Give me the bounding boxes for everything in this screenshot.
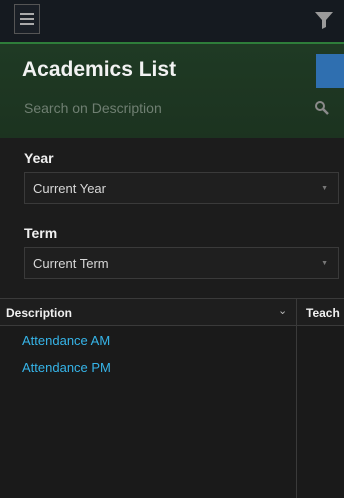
top-app-bar <box>0 0 344 44</box>
column-header-teacher[interactable]: Teach <box>306 306 340 320</box>
chevron-down-icon: ▼ <box>321 260 328 267</box>
term-select[interactable]: Current Term ▼ <box>24 247 339 279</box>
table-row[interactable]: Attendance PM <box>22 360 111 375</box>
table-row[interactable]: Attendance AM <box>22 333 110 348</box>
term-label: Term <box>24 225 58 241</box>
column-header-description[interactable]: Description <box>6 306 72 320</box>
menu-bar-icon <box>20 23 34 25</box>
chevron-down-icon: ▼ <box>321 185 328 192</box>
list-header-panel: Academics List <box>0 44 344 138</box>
add-button[interactable] <box>316 54 344 88</box>
menu-bar-icon <box>20 18 34 20</box>
year-select[interactable]: Current Year ▼ <box>24 172 339 204</box>
year-select-value: Current Year <box>33 181 106 196</box>
search-icon[interactable] <box>314 100 330 116</box>
column-divider <box>296 299 297 498</box>
menu-bar-icon <box>20 13 34 15</box>
search-input[interactable] <box>22 96 306 120</box>
academics-grid: Description ⌄ Teach Attendance AM Attend… <box>0 298 344 498</box>
year-label: Year <box>24 150 54 166</box>
chevron-down-icon[interactable]: ⌄ <box>278 304 287 317</box>
hamburger-menu-button[interactable] <box>14 4 40 34</box>
grid-header: Description ⌄ Teach <box>0 299 344 326</box>
term-select-value: Current Term <box>33 256 109 271</box>
filter-icon[interactable] <box>312 8 336 32</box>
page-title: Academics List <box>22 58 177 81</box>
